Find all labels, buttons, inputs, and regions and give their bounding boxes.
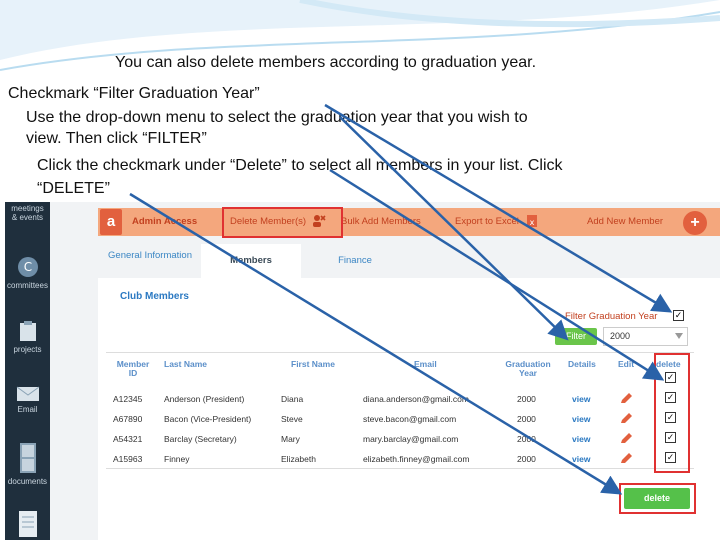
bulk-add-button[interactable]: Bulk Add Members <box>341 208 421 236</box>
tab-members[interactable]: Members <box>201 244 301 278</box>
highlight-delete-button <box>619 483 696 514</box>
col-edit: Edit <box>618 359 635 369</box>
sidebar-item-label: committees <box>7 281 48 290</box>
graduation-year-value: 2000 <box>610 331 631 341</box>
cell-last-name: Anderson (President) <box>164 394 245 404</box>
cell-first-name: Diana <box>281 394 304 404</box>
instruction-line-1: You can also delete members according to… <box>115 54 537 71</box>
cell-grad-year: 2000 <box>517 454 536 464</box>
col-graduation-year: Graduation Year <box>505 359 551 378</box>
cell-grad-year: 2000 <box>517 414 536 424</box>
cell-member-id: A67890 <box>113 414 143 424</box>
clipboard-icon <box>19 321 36 341</box>
filter-button[interactable]: Filter <box>555 328 597 345</box>
sidebar-item-label: meetings & events <box>11 204 44 222</box>
instruction-line-4: view. Then click “FILTER” <box>26 130 207 147</box>
highlight-delete-column <box>654 353 690 473</box>
app-screenshot: meetings & events C committees projects … <box>5 202 720 540</box>
caret-down-icon <box>675 333 683 339</box>
cell-first-name: Mary <box>281 434 300 444</box>
document-icon <box>18 511 37 537</box>
view-details-link[interactable]: view <box>572 414 590 424</box>
instruction-line-2: Checkmark “Filter Graduation Year” <box>8 85 260 102</box>
graduation-year-select[interactable]: 2000 <box>603 327 688 346</box>
sidebar-item-documents-2[interactable] <box>5 510 50 540</box>
sidebar-item-projects[interactable]: projects <box>5 320 50 354</box>
sidebar-item-label: documents <box>7 477 48 486</box>
tab-general-information[interactable]: General Information <box>104 244 196 278</box>
sidebar-item-label: Email <box>17 405 38 414</box>
cell-grad-year: 2000 <box>517 434 536 444</box>
sidebar-item-committees[interactable]: C committees <box>5 256 50 290</box>
view-details-link[interactable]: view <box>572 394 590 404</box>
add-new-member-button[interactable]: Add New Member <box>587 208 663 236</box>
add-user-icon[interactable]: + <box>683 211 707 235</box>
view-details-link[interactable]: view <box>572 434 590 444</box>
cell-member-id: A12345 <box>113 394 143 404</box>
cell-last-name: Barclay (Secretary) <box>164 434 237 444</box>
sidebar-item-email[interactable]: Email <box>5 386 50 414</box>
instruction-line-3: Use the drop-down menu to select the gra… <box>26 109 528 126</box>
cabinet-icon <box>19 443 36 473</box>
bulk-add-label: Bulk Add Members <box>341 216 421 227</box>
sidebar-item-documents[interactable]: documents <box>5 442 50 486</box>
cell-email: elizabeth.finney@gmail.com <box>363 454 470 464</box>
cell-first-name: Elizabeth <box>281 454 316 464</box>
cell-last-name: Bacon (Vice-President) <box>164 414 252 424</box>
excel-icon: x <box>526 215 537 228</box>
export-excel-button[interactable]: Export to Excel x <box>455 208 539 236</box>
c-circle-icon: C <box>17 257 38 277</box>
edit-pencil-icon[interactable] <box>619 412 633 424</box>
envelope-icon <box>16 386 39 401</box>
filter-graduation-year-label: Filter Graduation Year <box>565 311 658 322</box>
cell-grad-year: 2000 <box>517 394 536 404</box>
col-last-name: Last Name <box>164 359 207 369</box>
edit-pencil-icon[interactable] <box>619 432 633 444</box>
cell-first-name: Steve <box>281 414 303 424</box>
filter-graduation-year-checkbox[interactable]: ✓ <box>673 310 684 321</box>
cell-email: steve.bacon@gmail.com <box>363 414 457 424</box>
header-swoosh <box>0 0 720 71</box>
edit-pencil-icon[interactable] <box>619 392 633 404</box>
admin-logo: a <box>100 209 122 235</box>
members-table <box>106 352 694 469</box>
cell-email: diana.anderson@gmail.com <box>363 394 469 404</box>
svg-text:x: x <box>529 218 534 227</box>
cell-member-id: A54321 <box>113 434 143 444</box>
col-member-id: Member ID <box>116 359 150 378</box>
tab-finance[interactable]: Finance <box>305 244 405 278</box>
sidebar: meetings & events C committees projects … <box>5 202 50 540</box>
section-title: Club Members <box>120 291 189 302</box>
instruction-line-5: Click the checkmark under “Delete” to se… <box>37 157 563 174</box>
view-details-link[interactable]: view <box>572 454 590 464</box>
sidebar-item-label: projects <box>13 345 42 354</box>
cell-member-id: A15963 <box>113 454 143 464</box>
col-email: Email <box>414 359 437 369</box>
svg-text:C: C <box>23 260 31 274</box>
admin-access-title: Admin Access <box>132 216 198 227</box>
instruction-line-6: “DELETE” <box>37 180 110 197</box>
edit-pencil-icon[interactable] <box>619 452 633 464</box>
cell-email: mary.barclay@gmail.com <box>363 434 459 444</box>
col-details: Details <box>568 359 596 369</box>
cell-last-name: Finney <box>164 454 190 464</box>
col-first-name: First Name <box>291 359 335 369</box>
export-excel-label: Export to Excel <box>455 216 519 227</box>
add-new-member-label: Add New Member <box>587 216 664 227</box>
highlight-delete-members <box>222 207 343 238</box>
sidebar-item-meetings[interactable]: meetings & events <box>5 204 50 222</box>
